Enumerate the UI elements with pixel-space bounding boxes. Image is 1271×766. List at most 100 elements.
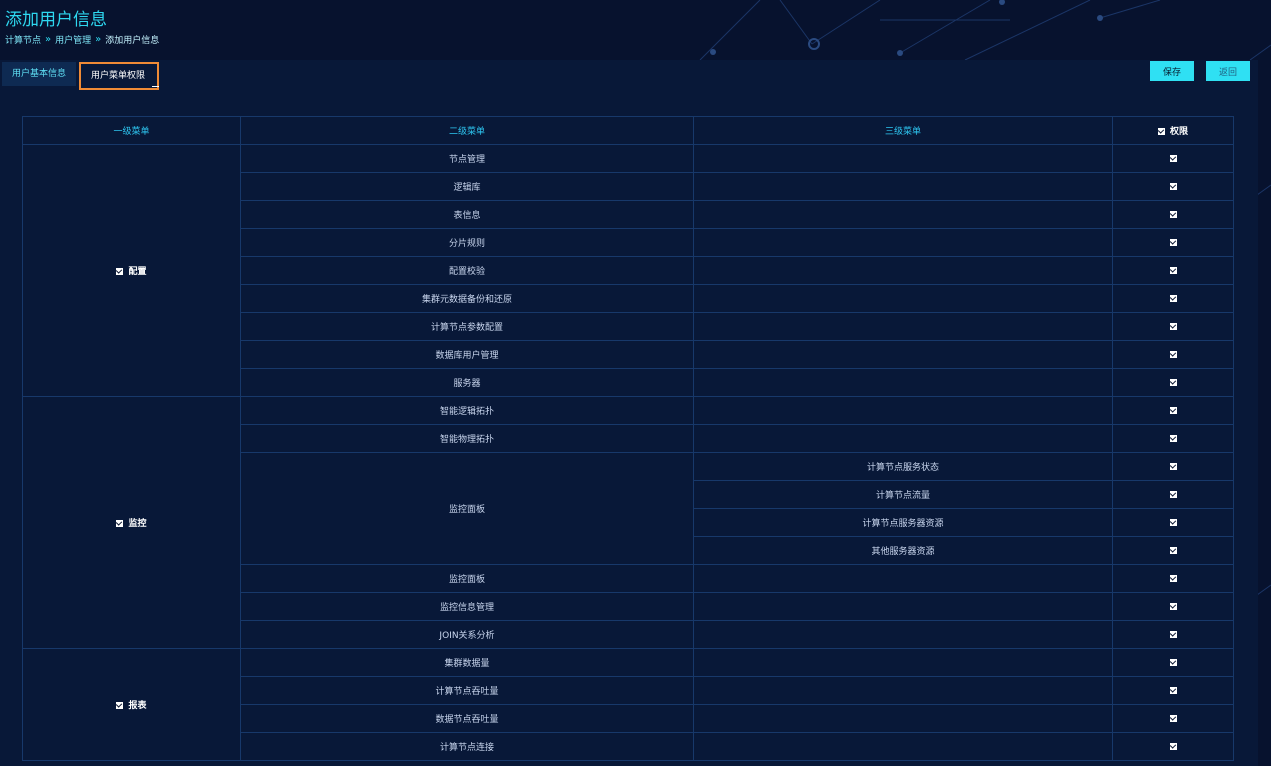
permission-cell (1112, 536, 1234, 565)
table-row: 报表 集群数据量 (22, 648, 1234, 761)
permission-checkbox[interactable] (1169, 406, 1177, 414)
permission-checkbox[interactable] (1169, 742, 1177, 750)
level2-cell: 智能逻辑拓扑 (240, 396, 694, 425)
permission-cell (1112, 704, 1234, 733)
select-all-checkbox[interactable] (1157, 128, 1165, 135)
permission-cell (1112, 256, 1234, 285)
permission-cell (1112, 732, 1234, 761)
tab-user-basic-info[interactable]: 用户基本信息 (2, 62, 77, 86)
breadcrumb: 计算节点 » 用户管理 » 添加用户信息 (5, 33, 159, 46)
level1-cell: 配置 (22, 144, 241, 397)
level2-cell: 监控信息管理 (240, 592, 694, 621)
level2-cell: 分片规则 (240, 228, 694, 257)
permission-checkbox[interactable] (1169, 714, 1177, 722)
level3-cell (693, 228, 1113, 257)
level2-cell: 监控面板 (240, 452, 694, 565)
level2-cell: 计算节点参数配置 (240, 312, 694, 341)
header-permission: 权限 (1112, 116, 1234, 145)
save-button[interactable]: 保存 (1150, 61, 1194, 81)
permission-cell (1112, 396, 1234, 425)
level1-label: 报表 (128, 701, 147, 711)
breadcrumb-separator-icon: » (45, 34, 52, 45)
level3-cell (693, 592, 1113, 621)
header-level1: 一级菜单 (22, 116, 241, 145)
tab-user-menu-permission[interactable]: 用户菜单权限 (79, 62, 159, 90)
level2-cell: 监控面板 (240, 564, 694, 593)
breadcrumb-item-compute-node[interactable]: 计算节点 (5, 33, 41, 46)
permission-checkbox[interactable] (1169, 686, 1177, 694)
permission-checkbox[interactable] (1169, 546, 1177, 554)
header-level3: 三级菜单 (693, 116, 1113, 145)
table-row: 监控 智能逻辑拓扑 (22, 396, 1234, 649)
level3-cell (693, 704, 1113, 733)
permission-checkbox[interactable] (1169, 574, 1177, 582)
level2-cell: 计算节点吞吐量 (240, 676, 694, 705)
permission-cell (1112, 284, 1234, 313)
level2-cell: 集群元数据备份和还原 (240, 284, 694, 313)
level2-cell: 表信息 (240, 200, 694, 229)
permission-checkbox[interactable] (1169, 658, 1177, 666)
level1-label: 配置 (128, 267, 147, 277)
header-level2: 二级菜单 (240, 116, 694, 145)
back-button[interactable]: 返回 (1206, 61, 1250, 81)
permission-checkbox[interactable] (1169, 350, 1177, 358)
permission-cell (1112, 648, 1234, 677)
level2-cell: JOIN关系分析 (240, 620, 694, 649)
permission-checkbox[interactable] (1169, 434, 1177, 442)
permission-table: 一级菜单 二级菜单 三级菜单 权限 配置 节点管理 逻辑库 表信息 分片规则 配置校验 集群… (22, 116, 1234, 761)
level1-label: 监控 (128, 519, 147, 529)
level3-cell (693, 144, 1113, 173)
table-header-row: 一级菜单 二级菜单 三级菜单 权限 (22, 116, 1234, 145)
permission-checkbox[interactable] (1169, 294, 1177, 302)
permission-cell (1112, 228, 1234, 257)
permission-cell (1112, 172, 1234, 201)
breadcrumb-separator-icon: » (95, 34, 102, 45)
level2-cell: 计算节点连接 (240, 732, 694, 761)
level2-cell: 服务器 (240, 368, 694, 397)
level2-cell: 智能物理拓扑 (240, 424, 694, 453)
level3-cell (693, 564, 1113, 593)
breadcrumb-item-current: 添加用户信息 (105, 36, 160, 46)
permission-checkbox[interactable] (1169, 182, 1177, 190)
permission-cell (1112, 564, 1234, 593)
level3-cell (693, 312, 1113, 341)
level3-cell (693, 396, 1113, 425)
permission-cell (1112, 368, 1234, 397)
level3-cell (693, 368, 1113, 397)
permission-checkbox[interactable] (1169, 322, 1177, 330)
permission-cell (1112, 144, 1234, 173)
permission-cell (1112, 424, 1234, 453)
level1-checkbox[interactable] (116, 268, 124, 275)
permission-checkbox[interactable] (1169, 490, 1177, 498)
level3-cell: 计算节点流量 (693, 480, 1113, 509)
level3-cell (693, 200, 1113, 229)
permission-checkbox[interactable] (1169, 518, 1177, 526)
level3-cell: 其他服务器资源 (693, 536, 1113, 565)
level3-cell (693, 676, 1113, 705)
permission-checkbox[interactable] (1169, 238, 1177, 246)
level1-cell: 报表 (22, 648, 241, 761)
level3-cell (693, 620, 1113, 649)
permission-cell (1112, 452, 1234, 481)
level3-cell (693, 732, 1113, 761)
level2-cell: 节点管理 (240, 144, 694, 173)
level3-cell (693, 172, 1113, 201)
level3-cell: 计算节点服务器资源 (693, 508, 1113, 537)
permission-cell (1112, 620, 1234, 649)
permission-checkbox[interactable] (1169, 210, 1177, 218)
permission-checkbox[interactable] (1169, 630, 1177, 638)
level2-cell: 逻辑库 (240, 172, 694, 201)
level1-checkbox[interactable] (116, 520, 124, 527)
permission-checkbox[interactable] (1169, 602, 1177, 610)
permission-cell (1112, 312, 1234, 341)
level2-cell: 集群数据量 (240, 648, 694, 677)
permission-checkbox[interactable] (1169, 462, 1177, 470)
permission-checkbox[interactable] (1169, 154, 1177, 162)
permission-checkbox[interactable] (1169, 266, 1177, 274)
permission-cell (1112, 676, 1234, 705)
level1-checkbox[interactable] (116, 702, 124, 709)
breadcrumb-item-user-management[interactable]: 用户管理 (55, 33, 91, 46)
permission-checkbox[interactable] (1169, 378, 1177, 386)
level3-cell (693, 424, 1113, 453)
level1-cell: 监控 (22, 396, 241, 649)
